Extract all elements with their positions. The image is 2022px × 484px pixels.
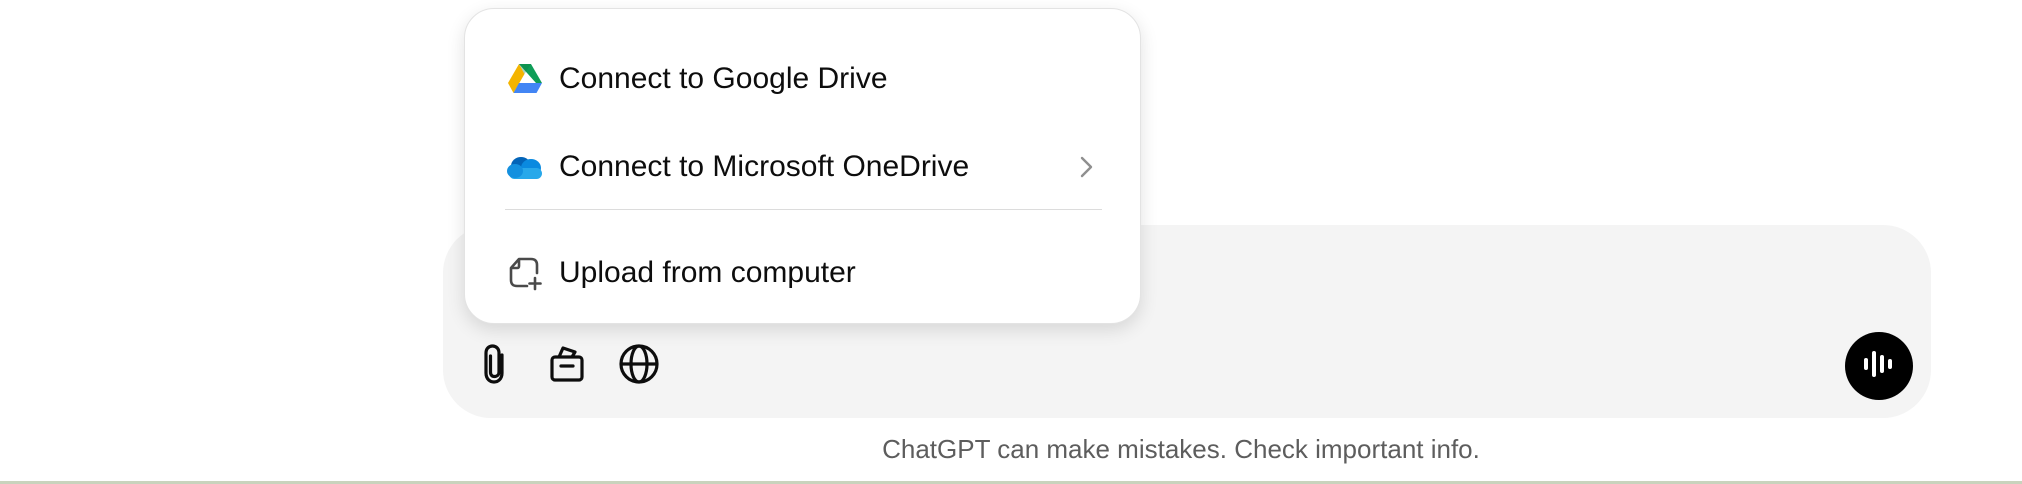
voice-waveform-icon (1862, 347, 1896, 386)
disclaimer-text: ChatGPT can make mistakes. Check importa… (882, 434, 1480, 464)
upload-file-icon (505, 253, 545, 293)
attach-button[interactable] (467, 336, 523, 392)
tools-button[interactable] (539, 336, 595, 392)
onedrive-icon (505, 147, 545, 187)
menu-item-label: Upload from computer (559, 256, 856, 289)
web-search-button[interactable] (611, 336, 667, 392)
attach-menu: Connect to Google Drive Connect to Micro… (464, 8, 1141, 324)
menu-item-upload-from-computer[interactable]: Upload from computer (485, 237, 1122, 309)
google-drive-icon (505, 59, 545, 99)
globe-icon (617, 342, 661, 386)
menu-divider (505, 209, 1102, 210)
voice-mode-button[interactable] (1845, 332, 1913, 400)
paperclip-icon (478, 343, 512, 385)
menu-item-onedrive[interactable]: Connect to Microsoft OneDrive (485, 131, 1122, 203)
chevron-right-icon (1072, 153, 1100, 181)
menu-item-label: Connect to Google Drive (559, 62, 888, 95)
toolbox-icon (547, 344, 587, 384)
menu-item-label: Connect to Microsoft OneDrive (559, 150, 970, 183)
menu-item-google-drive[interactable]: Connect to Google Drive (485, 43, 1122, 115)
chat-page: ChatGPT can make mistakes. Check importa… (0, 0, 2022, 484)
